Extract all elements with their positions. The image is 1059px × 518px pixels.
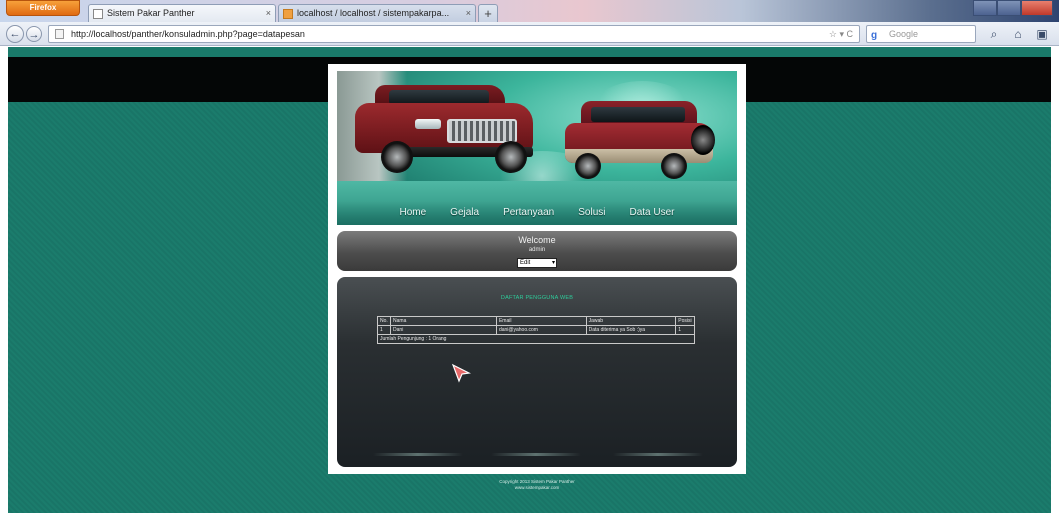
menu-item-home[interactable]: Home: [387, 201, 438, 225]
url-bar[interactable]: http://localhost/panther/konsuladmin.php…: [48, 25, 860, 43]
tab-phpmyadmin[interactable]: localhost / localhost / sistempakarpa...…: [278, 4, 476, 22]
menu-item-gejala[interactable]: Gejala: [438, 201, 491, 225]
users-table: No. Nama Email Jawab Posisi 1 Dani dani@…: [376, 316, 696, 344]
menu-item-pertanyaan[interactable]: Pertanyaan: [491, 201, 566, 225]
back-button[interactable]: ←: [6, 25, 24, 43]
maximize-button[interactable]: [996, 0, 1021, 16]
visitor-count: Jumlah Pengunjung : 1 Orang: [377, 334, 587, 344]
home-icon[interactable]: ⌂: [1008, 25, 1028, 43]
search-go-icon[interactable]: ⌕: [984, 25, 1004, 43]
welcome-title: Welcome: [518, 235, 556, 245]
browser-tab-bar: Firefox Sistem Pakar Panther × localhost…: [0, 0, 1059, 22]
search-placeholder: Google: [889, 29, 919, 39]
footer-divider: [373, 453, 463, 456]
search-input[interactable]: g Google: [866, 25, 976, 43]
close-icon[interactable]: ×: [466, 5, 471, 22]
url-text: http://localhost/panther/konsuladmin.php…: [71, 29, 305, 39]
minimize-button[interactable]: [973, 0, 997, 16]
column-header: Nama: [390, 316, 497, 326]
firefox-menu-button[interactable]: Firefox: [6, 0, 80, 16]
cell-posisi: 1: [675, 325, 695, 335]
tab-sistem-pakar[interactable]: Sistem Pakar Panther ×: [88, 4, 276, 22]
new-tab-button[interactable]: +: [478, 4, 498, 22]
admin-action-select[interactable]: Edit ▾: [517, 258, 557, 268]
column-header: Jawab: [585, 316, 677, 326]
menu-item-data-user[interactable]: Data User: [617, 201, 686, 225]
footer-divider: [491, 453, 581, 456]
window-controls: [973, 0, 1053, 16]
close-icon[interactable]: ×: [266, 5, 271, 22]
column-header: Email: [495, 316, 587, 326]
cell-email: dani@yahoo.com: [495, 325, 587, 335]
main-menu: Home Gejala Pertanyaan Solusi Data User: [337, 201, 737, 225]
menu-item-solusi[interactable]: Solusi: [566, 201, 617, 225]
page-icon: [55, 29, 64, 39]
url-tools[interactable]: ☆ ▾ C: [829, 26, 853, 42]
welcome-box: Welcome admin Edit ▾: [337, 231, 737, 271]
page-icon: [93, 9, 103, 19]
forward-button[interactable]: →: [26, 26, 42, 42]
copyright-url[interactable]: www.sistempakar.com: [328, 485, 746, 491]
mouse-cursor-icon: [451, 363, 471, 383]
window-close-button[interactable]: [1020, 0, 1053, 16]
column-header: No.: [376, 316, 392, 326]
column-header: Posisi: [675, 316, 695, 326]
phpmyadmin-icon: [283, 9, 293, 19]
tab-title: localhost / localhost / sistempakarpa...: [297, 8, 450, 18]
cell-nama: Dani: [390, 325, 497, 335]
table-header-row: No. Nama Email Jawab Posisi: [376, 316, 695, 326]
page-viewport: Home Gejala Pertanyaan Solusi Data User …: [8, 47, 1051, 513]
cell-jawab: Data diterima ya Sob :)ya: [585, 325, 677, 335]
site-container: Home Gejala Pertanyaan Solusi Data User …: [328, 64, 746, 474]
content-box: DAFTAR PENGGUNA WEB No. Nama Email Jawab…: [337, 277, 737, 467]
tab-title: Sistem Pakar Panther: [107, 8, 195, 18]
cell-no: 1: [376, 325, 392, 335]
content-title: DAFTAR PENGGUNA WEB: [500, 295, 574, 301]
table-summary-row: Jumlah Pengunjung : 1 Orang: [377, 334, 696, 344]
select-value: Edit: [520, 260, 531, 266]
chevron-down-icon: ▾: [551, 260, 555, 266]
site-footer: Copyright 2013 Sistem Pakar Panther www.…: [328, 479, 746, 491]
bookmark-icon[interactable]: ▣: [1032, 25, 1052, 43]
browser-nav-bar: ← → http://localhost/panther/konsuladmin…: [0, 22, 1059, 46]
summary-spacer: [586, 334, 696, 344]
car-rear-image: [565, 101, 715, 181]
welcome-username: admin: [528, 247, 546, 253]
footer-divider: [613, 453, 703, 456]
table-row: 1 Dani dani@yahoo.com Data diterima ya S…: [376, 325, 695, 335]
car-front-image: [355, 85, 535, 173]
google-g-icon: g: [871, 30, 878, 41]
